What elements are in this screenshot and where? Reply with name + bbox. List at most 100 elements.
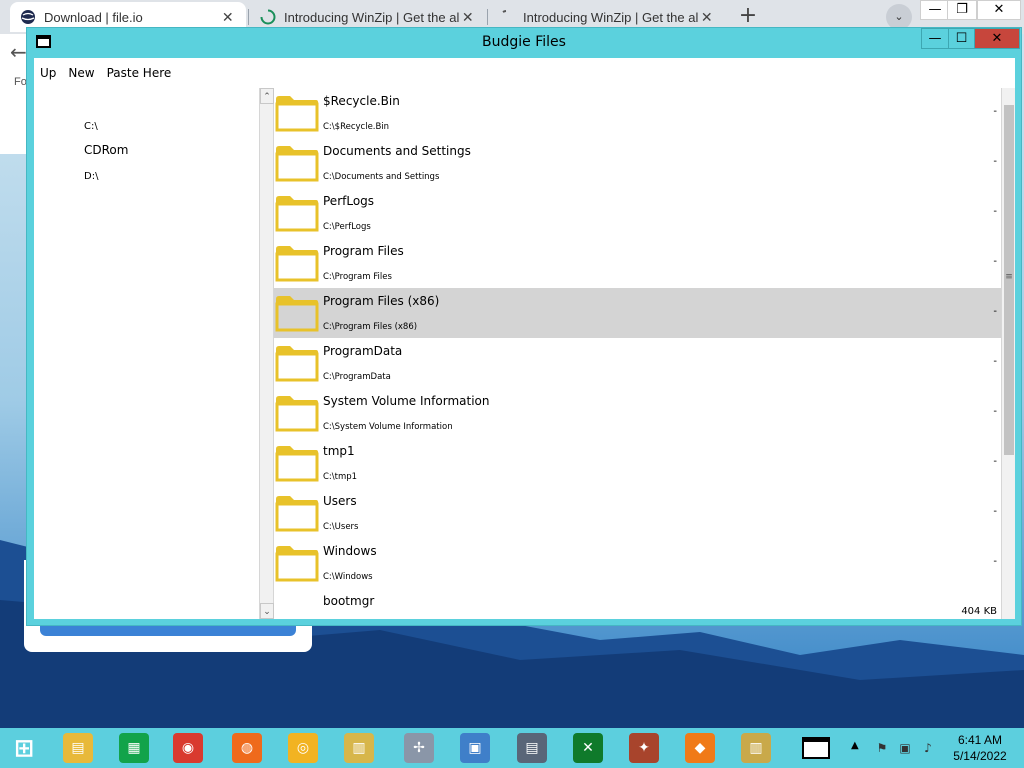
file-size: - <box>993 456 997 467</box>
drive-item-cdrom[interactable]: CDRom <box>84 143 128 157</box>
file-size: 404 KB <box>961 606 997 617</box>
drive-item-c[interactable]: C:\ <box>84 121 98 132</box>
up-button[interactable]: Up <box>40 66 56 80</box>
file-row[interactable]: System Volume Information C:\System Volum… <box>274 388 1001 438</box>
folder-icon <box>275 96 319 132</box>
tray-expand-icon[interactable]: ▲ <box>851 740 859 751</box>
firefox-taskbar-button[interactable]: ◍ <box>225 730 269 766</box>
tab-divider <box>248 9 249 25</box>
file-row[interactable]: Program Files C:\Program Files - <box>274 238 1001 288</box>
file-name: PerfLogs <box>323 194 375 208</box>
lock-shield-icon: ◎ <box>288 733 318 763</box>
xbox-taskbar-button[interactable]: ✕ <box>566 730 610 766</box>
folder-icon <box>275 146 319 182</box>
tab-title: Introducing WinZip | Get the all-i <box>284 9 460 25</box>
clock-time[interactable]: 6:41 AM <box>940 733 1020 747</box>
browser-close-button[interactable]: ✕ <box>977 0 1021 20</box>
file-name: tmp1 <box>323 444 355 458</box>
scrollbar-thumb[interactable]: ≡ <box>1004 105 1014 455</box>
action-center-icon[interactable]: ⚑ <box>874 740 890 756</box>
browser-minimize-button[interactable]: — <box>920 0 950 20</box>
scroll-up-arrow-icon[interactable]: ⌃ <box>260 88 274 104</box>
file-size: - <box>993 156 997 167</box>
budgie-files-window: Budgie Files — ☐ ✕ Up New Paste Here C:\… <box>26 27 1022 626</box>
maximize-button[interactable]: ☐ <box>948 28 975 49</box>
file-size: - <box>993 506 997 517</box>
scroll-down-arrow-icon[interactable]: ⌄ <box>260 603 274 619</box>
file-name: $Recycle.Bin <box>323 94 400 108</box>
close-icon[interactable]: ✕ <box>459 9 476 26</box>
file-path: C:\Users <box>323 522 359 532</box>
budgie-files-taskbar-button[interactable] <box>794 730 838 766</box>
chrome-icon: ◉ <box>173 733 203 763</box>
grip-icon: ≡ <box>1005 272 1013 282</box>
file-explorer-taskbar-button[interactable]: ▤ <box>56 730 100 766</box>
window-titlebar[interactable]: Budgie Files — ☐ ✕ <box>27 28 1021 57</box>
tools-icon: ✢ <box>404 733 434 763</box>
files-left-scrollbar[interactable]: ⌃ ⌄ <box>259 88 274 619</box>
file-name: System Volume Information <box>323 394 490 408</box>
folder-icon <box>275 496 319 532</box>
folder-icon <box>275 446 319 482</box>
file-row[interactable]: ProgramData C:\ProgramData - <box>274 338 1001 388</box>
file-size: - <box>993 356 997 367</box>
start-button-taskbar-button[interactable]: ⊞ <box>2 730 46 766</box>
window-client-area: Up New Paste Here C:\ CDRom D:\ ⌃ ⌄ $Rec… <box>34 58 1015 619</box>
control-panel-taskbar-button[interactable]: ▣ <box>453 730 497 766</box>
file-path: C:\$Recycle.Bin <box>323 122 390 132</box>
file-row[interactable]: bootmgr 404 KB <box>274 588 1001 619</box>
avast-icon: ◆ <box>685 733 715 763</box>
archive-tool-taskbar-button[interactable]: ▥ <box>337 730 381 766</box>
volume-muted-icon[interactable]: ♪ <box>920 740 936 756</box>
file-row[interactable]: tmp1 C:\tmp1 - <box>274 438 1001 488</box>
firefox-icon: ◍ <box>232 733 262 763</box>
vpn-taskbar-button[interactable]: ◎ <box>281 730 325 766</box>
file-path: C:\Documents and Settings <box>323 172 440 182</box>
file-size: - <box>993 106 997 117</box>
file-row[interactable]: $Recycle.Bin C:\$Recycle.Bin - <box>274 88 1001 138</box>
server-manager-taskbar-button[interactable]: ▤ <box>510 730 554 766</box>
window-icon <box>802 737 830 759</box>
close-button[interactable]: ✕ <box>974 28 1020 49</box>
close-icon[interactable]: ✕ <box>698 9 715 26</box>
file-row[interactable]: PerfLogs C:\PerfLogs - <box>274 188 1001 238</box>
chrome-taskbar-button[interactable]: ◉ <box>166 730 210 766</box>
folder-icon <box>275 346 319 382</box>
game-taskbar-button[interactable]: ✦ <box>622 730 666 766</box>
files-right-scrollbar[interactable]: ≡ <box>1001 88 1015 619</box>
file-list: $Recycle.Bin C:\$Recycle.Bin - Documents an… <box>274 88 1001 619</box>
store-icon: ▦ <box>119 733 149 763</box>
clock-date[interactable]: 5/14/2022 <box>940 749 1020 763</box>
file-row[interactable]: Program Files (x86) C:\Program Files (x86… <box>274 288 1001 338</box>
new-button[interactable]: New <box>68 66 94 80</box>
file-name: Windows <box>323 544 377 558</box>
file-size: - <box>993 256 997 267</box>
drive-item-d[interactable]: D:\ <box>84 171 98 182</box>
file-row[interactable]: Documents and Settings C:\Documents and S… <box>274 138 1001 188</box>
network-icon[interactable]: ▣ <box>897 740 913 756</box>
globe-icon <box>21 10 35 24</box>
paste-here-button[interactable]: Paste Here <box>107 66 172 80</box>
file-size: - <box>993 406 997 417</box>
winzip-taskbar-button[interactable]: ▥ <box>734 730 778 766</box>
file-path: C:\PerfLogs <box>323 222 371 232</box>
avast-taskbar-button[interactable]: ◆ <box>678 730 722 766</box>
file-size: - <box>993 206 997 217</box>
folder-icon <box>275 246 319 282</box>
file-row[interactable]: Windows C:\Windows - <box>274 538 1001 588</box>
minimize-button[interactable]: — <box>921 28 949 49</box>
winzip-icon: ▥ <box>741 733 771 763</box>
store-taskbar-button[interactable]: ▦ <box>112 730 156 766</box>
file-row[interactable]: Users C:\Users - <box>274 488 1001 538</box>
toolbar: Up New Paste Here <box>34 58 1015 88</box>
drives-pane: C:\ CDRom D:\ <box>34 88 259 619</box>
tab-divider <box>487 9 488 25</box>
file-name: Documents and Settings <box>323 144 471 158</box>
tools-taskbar-button[interactable]: ✢ <box>397 730 441 766</box>
folder-icon <box>275 546 319 582</box>
close-icon[interactable]: ✕ <box>219 9 236 26</box>
browser-restore-button[interactable]: ❐ <box>947 0 977 20</box>
folder-icon: ▤ <box>63 733 93 763</box>
file-name: Program Files (x86) <box>323 294 440 308</box>
back-arrow-icon[interactable]: ← <box>10 40 27 64</box>
